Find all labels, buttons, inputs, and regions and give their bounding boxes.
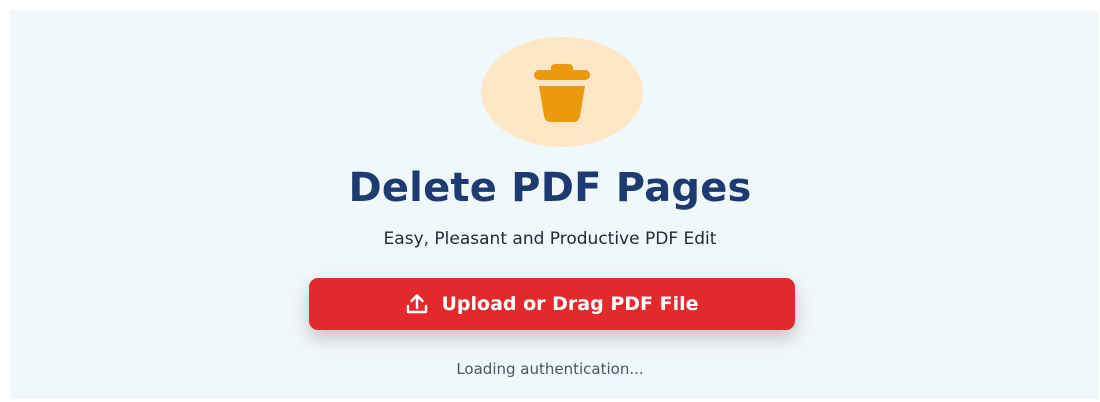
page-title: Delete PDF Pages <box>348 165 752 211</box>
page-subtitle: Easy, Pleasant and Productive PDF Edit <box>383 229 717 249</box>
icon-badge <box>481 37 643 147</box>
upload-button-label: Upload or Drag PDF File <box>441 293 699 315</box>
upload-pdf-button[interactable]: Upload or Drag PDF File <box>309 278 795 330</box>
upload-icon <box>407 294 428 314</box>
status-text: Loading authentication... <box>456 360 644 378</box>
trash-icon <box>534 64 590 122</box>
